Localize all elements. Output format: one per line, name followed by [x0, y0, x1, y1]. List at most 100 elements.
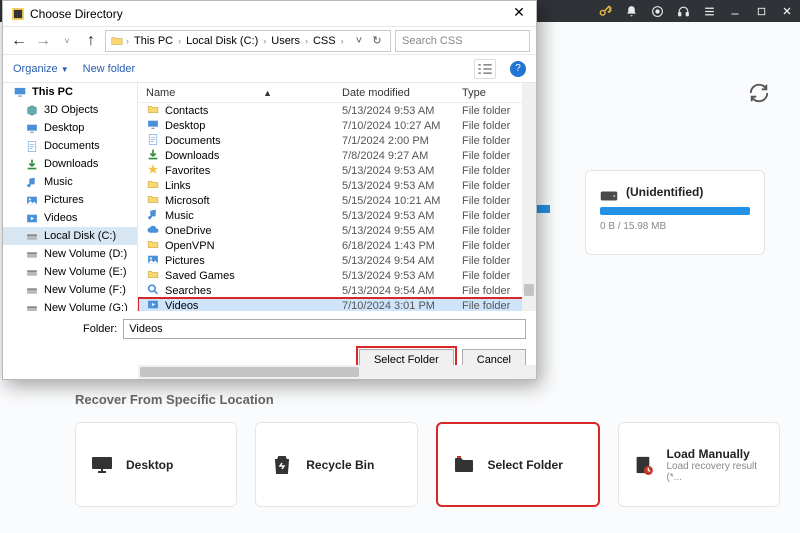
picture-icon	[146, 253, 160, 269]
sort-indicator-icon: ▲	[263, 88, 272, 98]
key-icon[interactable]	[598, 4, 612, 18]
headset-icon[interactable]	[676, 4, 690, 18]
file-row[interactable]: Music5/13/2024 9:53 AMFile folder	[138, 208, 536, 223]
drive-title: (Unidentified)	[626, 185, 750, 199]
recycle-icon	[270, 453, 294, 477]
bell-icon[interactable]	[624, 4, 638, 18]
breadcrumb[interactable]: Local Disk (C:)	[183, 35, 261, 47]
tree-item[interactable]: Pictures	[3, 191, 137, 209]
disc-icon[interactable]	[650, 4, 664, 18]
file-row[interactable]: Searches5/13/2024 9:54 AMFile folder	[138, 283, 536, 298]
file-row[interactable]: Documents7/1/2024 2:00 PMFile folder	[138, 133, 536, 148]
file-row[interactable]: Contacts5/13/2024 9:53 AMFile folder	[138, 103, 536, 118]
tree-item[interactable]: 3D Objects	[3, 101, 137, 119]
breadcrumb[interactable]: This PC	[131, 35, 176, 47]
tree-item[interactable]: Downloads	[3, 155, 137, 173]
desktop-icon	[90, 453, 114, 477]
nav-up-button[interactable]: ↑	[81, 31, 101, 51]
file-row[interactable]: Favorites5/13/2024 9:53 AMFile folder	[138, 163, 536, 178]
this-pc-icon	[13, 85, 27, 99]
maximize-icon[interactable]	[754, 4, 768, 18]
location-recycle-bin[interactable]: Recycle Bin	[255, 422, 417, 507]
file-row[interactable]: Saved Games5/13/2024 9:53 AMFile folder	[138, 268, 536, 283]
folder-name-input[interactable]	[123, 319, 526, 339]
breadcrumb[interactable]: Users	[268, 35, 303, 47]
location-desktop[interactable]: Desktop	[75, 422, 237, 507]
tree-item[interactable]: New Volume (D:)	[3, 245, 137, 263]
nav-back-button[interactable]: ←	[9, 31, 29, 51]
dialog-toolbar: Organize ▼ New folder ?	[3, 55, 536, 83]
dialog-title: Choose Directory	[30, 7, 123, 21]
address-bar[interactable]: › This PC› Local Disk (C:)› Users› CSS› …	[105, 30, 391, 52]
folder-icon	[146, 178, 160, 194]
column-headers[interactable]: Name ▲ Date modified Type	[138, 83, 536, 103]
location-label: Load ManuallyLoad recovery result (*...	[666, 447, 765, 483]
location-load-manually[interactable]: Load ManuallyLoad recovery result (*...	[618, 422, 780, 507]
tree-item[interactable]: Local Disk (C:)	[3, 227, 137, 245]
video-icon	[25, 211, 39, 225]
tree-item[interactable]: New Volume (E:)	[3, 263, 137, 281]
help-button[interactable]: ?	[510, 61, 526, 77]
menu-icon[interactable]	[702, 4, 716, 18]
location-label: Desktop	[126, 458, 173, 472]
load-icon	[633, 453, 655, 477]
address-refresh[interactable]: ↻	[368, 34, 386, 47]
file-row[interactable]: Links5/13/2024 9:53 AMFile folder	[138, 178, 536, 193]
search-icon	[146, 283, 160, 299]
drive-card-unidentified[interactable]: (Unidentified) 0 B / 15.98 MB	[585, 170, 765, 255]
breadcrumb[interactable]: CSS	[310, 35, 339, 47]
tree-item[interactable]: Desktop	[3, 119, 137, 137]
nav-recent-button[interactable]: ˅	[57, 31, 77, 51]
horizontal-scrollbar[interactable]	[138, 365, 536, 379]
drive-icon	[25, 229, 39, 243]
nav-tree[interactable]: This PC 3D ObjectsDesktopDocumentsDownlo…	[3, 83, 138, 311]
star-icon	[146, 163, 160, 179]
view-mode-button[interactable]	[474, 59, 496, 79]
tree-root-this-pc[interactable]: This PC	[3, 83, 137, 101]
folder-icon	[110, 34, 124, 48]
drive-icon	[25, 247, 39, 261]
choose-directory-dialog: Choose Directory ✕ ← → ˅ ↑ › This PC› Lo…	[2, 0, 537, 380]
dialog-nav: ← → ˅ ↑ › This PC› Local Disk (C:)› User…	[3, 27, 536, 55]
file-row[interactable]: Desktop7/10/2024 10:27 AMFile folder	[138, 118, 536, 133]
search-input[interactable]: Search CSS	[395, 30, 530, 52]
new-folder-button[interactable]: New folder	[83, 63, 136, 75]
col-date[interactable]: Date modified	[342, 87, 462, 99]
folder-icon	[146, 103, 160, 119]
dialog-close-button[interactable]: ✕	[510, 5, 528, 23]
nav-forward-button: →	[33, 31, 53, 51]
minimize-icon[interactable]	[728, 4, 742, 18]
doc-icon	[25, 139, 39, 153]
vertical-scrollbar[interactable]	[522, 83, 536, 311]
location-select-folder[interactable]: Select Folder	[436, 422, 600, 507]
download-icon	[25, 157, 39, 171]
file-row[interactable]: Videos7/10/2024 3:01 PMFile folder	[138, 298, 536, 311]
doc-icon	[146, 133, 160, 149]
tree-item[interactable]: Documents	[3, 137, 137, 155]
music-icon	[146, 208, 160, 224]
location-cards: Desktop Recycle Bin Select Folder Load M…	[75, 422, 780, 507]
file-row[interactable]: Microsoft5/15/2024 10:21 AMFile folder	[138, 193, 536, 208]
tree-item[interactable]: Videos	[3, 209, 137, 227]
folder-select-icon	[452, 453, 476, 477]
dialog-titlebar: Choose Directory ✕	[3, 1, 536, 27]
tree-item[interactable]: New Volume (G:)	[3, 299, 137, 311]
drive-icon	[25, 265, 39, 279]
desktop-icon	[25, 121, 39, 135]
music-icon	[25, 175, 39, 189]
location-label: Recycle Bin	[306, 458, 374, 472]
drive-icon	[25, 301, 39, 311]
address-dropdown[interactable]: ˅	[352, 35, 366, 47]
col-name[interactable]: Name	[142, 87, 263, 99]
refresh-icon[interactable]	[748, 82, 770, 104]
file-row[interactable]: OneDrive5/13/2024 9:55 AMFile folder	[138, 223, 536, 238]
close-icon[interactable]	[780, 4, 794, 18]
folder-label: Folder:	[83, 323, 117, 335]
file-row[interactable]: Pictures5/13/2024 9:54 AMFile folder	[138, 253, 536, 268]
tree-item[interactable]: New Volume (F:)	[3, 281, 137, 299]
drive-progress	[600, 207, 750, 215]
tree-item[interactable]: Music	[3, 173, 137, 191]
file-row[interactable]: Downloads7/8/2024 9:27 AMFile folder	[138, 148, 536, 163]
file-row[interactable]: OpenVPN6/18/2024 1:43 PMFile folder	[138, 238, 536, 253]
organize-menu[interactable]: Organize ▼	[13, 63, 69, 75]
